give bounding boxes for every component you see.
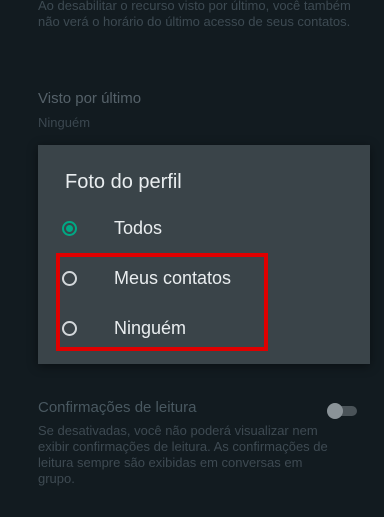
option-my-contacts[interactable]: Meus contatos [62, 258, 282, 298]
option-label: Todos [114, 218, 163, 238]
toggle-thumb [327, 403, 343, 419]
profile-photo-dialog: Foto do perfil Todos Meus contatos Ningu… [38, 145, 370, 364]
read-receipts-title[interactable]: Confirmações de leitura [38, 400, 196, 416]
last-seen-setting-title[interactable]: Visto por último [38, 91, 141, 107]
privacy-settings-screen: Ao desabilitar o recurso visto por últim… [0, 0, 384, 517]
dialog-title: Foto do perfil [65, 171, 182, 193]
last-seen-setting-value: Ninguém [38, 115, 91, 130]
last-seen-description: Ao desabilitar o recurso visto por últim… [38, 0, 351, 29]
option-label: Meus contatos [114, 268, 232, 288]
option-label: Ninguém [114, 318, 187, 338]
radio-unselected-icon[interactable] [62, 270, 77, 286]
read-receipts-description: Se desativadas, você não poderá visualiz… [38, 423, 328, 486]
read-receipts-toggle[interactable] [327, 403, 359, 419]
radio-selected-icon[interactable] [62, 220, 77, 236]
radio-unselected-icon[interactable] [62, 320, 77, 336]
option-nobody[interactable]: Ninguém [62, 308, 282, 348]
option-everyone[interactable]: Todos [62, 208, 282, 248]
